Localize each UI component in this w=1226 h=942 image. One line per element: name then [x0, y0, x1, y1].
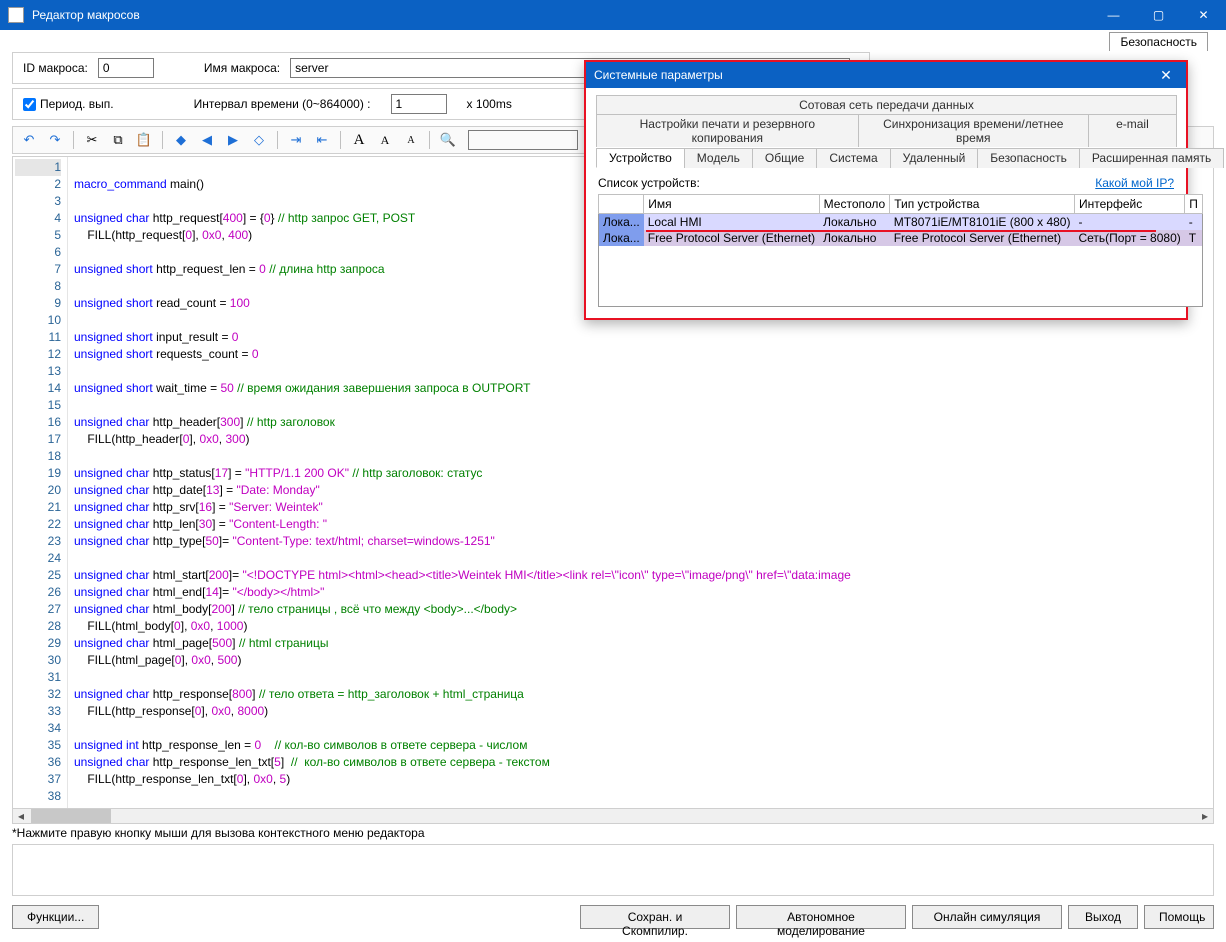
- bookmark-clear-icon[interactable]: ◇: [249, 130, 269, 150]
- close-button[interactable]: ✕: [1181, 0, 1226, 30]
- periodic-checkbox-label[interactable]: Период. вып.: [23, 97, 114, 111]
- app-icon: [8, 7, 24, 23]
- tab-security[interactable]: Безопасность: [977, 148, 1080, 168]
- font-medium-icon[interactable]: A: [375, 130, 395, 150]
- col-location[interactable]: Местополо: [819, 195, 890, 214]
- indent-icon[interactable]: ⇥: [286, 130, 306, 150]
- scroll-thumb[interactable]: [31, 809, 111, 823]
- paste-icon[interactable]: 📋: [134, 130, 154, 150]
- font-smaller-icon[interactable]: A: [401, 130, 421, 150]
- tab-device[interactable]: Устройство: [596, 148, 685, 168]
- font-selector[interactable]: [468, 130, 578, 150]
- table-row[interactable]: Лока... Local HMI Локально MT8071iE/MT81…: [599, 214, 1203, 231]
- offline-sim-button[interactable]: Автономное моделирование: [736, 905, 906, 929]
- outdent-icon[interactable]: ⇤: [312, 130, 332, 150]
- copy-icon[interactable]: ⧉: [108, 130, 128, 150]
- help-button[interactable]: Помощь: [1144, 905, 1214, 929]
- annotation-underline: [646, 230, 1156, 232]
- interval-input[interactable]: [391, 94, 447, 114]
- device-list-label: Список устройств:: [598, 176, 700, 190]
- online-sim-button[interactable]: Онлайн симуляция: [912, 905, 1062, 929]
- system-params-dialog: Системные параметры ✕ Сотовая сеть перед…: [584, 60, 1188, 320]
- save-compile-button[interactable]: Сохран. и Скомпилир.: [580, 905, 730, 929]
- tab-cellular[interactable]: Сотовая сеть передачи данных: [596, 95, 1177, 114]
- bottom-bar: Функции... Сохран. и Скомпилир. Автономн…: [12, 902, 1214, 932]
- tab-ext-memory[interactable]: Расширенная память: [1079, 148, 1224, 168]
- bookmark-toggle-icon[interactable]: ◆: [171, 130, 191, 150]
- dialog-close-icon[interactable]: ✕: [1154, 67, 1178, 84]
- my-ip-link[interactable]: Какой мой IP?: [1095, 176, 1174, 190]
- col-type[interactable]: Тип устройства: [890, 195, 1075, 214]
- tab-system[interactable]: Система: [816, 148, 890, 168]
- minimize-button[interactable]: —: [1091, 0, 1136, 30]
- dialog-title: Системные параметры: [594, 68, 1154, 82]
- col-interface[interactable]: Интерфейс: [1074, 195, 1184, 214]
- redo-icon[interactable]: ↷: [45, 130, 65, 150]
- periodic-checkbox[interactable]: [23, 98, 36, 111]
- interval-label: Интервал времени (0~864000) :: [194, 97, 371, 111]
- exit-button[interactable]: Выход: [1068, 905, 1138, 929]
- table-row[interactable]: Лока... Free Protocol Server (Ethernet) …: [599, 230, 1203, 246]
- macro-id-input[interactable]: [98, 58, 154, 78]
- scroll-left-icon[interactable]: ◂: [13, 809, 29, 823]
- output-console[interactable]: [12, 844, 1214, 896]
- functions-button[interactable]: Функции...: [12, 905, 99, 929]
- window-title: Редактор макросов: [32, 8, 1091, 22]
- background-tab-security[interactable]: Безопасность: [1109, 32, 1208, 51]
- maximize-button[interactable]: ▢: [1136, 0, 1181, 30]
- col-p[interactable]: П: [1185, 195, 1203, 214]
- tab-email[interactable]: e-mail: [1088, 114, 1177, 147]
- tab-model[interactable]: Модель: [684, 148, 753, 168]
- font-bigger-icon[interactable]: A: [349, 130, 369, 150]
- horizontal-scrollbar[interactable]: ◂ ▸: [12, 808, 1214, 824]
- line-gutter: 1234567891011121314151617181920212223242…: [13, 157, 68, 811]
- tab-time-sync[interactable]: Синхронизация времени/летнее время: [858, 114, 1089, 147]
- editor-hint: *Нажмите правую кнопку мыши для вызова к…: [12, 826, 1214, 844]
- undo-icon[interactable]: ↶: [19, 130, 39, 150]
- scroll-right-icon[interactable]: ▸: [1197, 809, 1213, 823]
- cut-icon[interactable]: ✂: [82, 130, 102, 150]
- col-blank[interactable]: [599, 195, 644, 214]
- periodic-label: Период. вып.: [40, 97, 114, 111]
- bookmark-next-icon[interactable]: ▶: [223, 130, 243, 150]
- id-label: ID макроса:: [23, 61, 88, 75]
- titlebar: Редактор макросов — ▢ ✕: [0, 0, 1226, 30]
- bookmark-prev-icon[interactable]: ◀: [197, 130, 217, 150]
- device-table[interactable]: Имя Местополо Тип устройства Интерфейс П…: [598, 194, 1203, 307]
- find-icon[interactable]: 🔍: [438, 130, 458, 150]
- dialog-titlebar[interactable]: Системные параметры ✕: [586, 62, 1186, 88]
- interval-unit: x 100ms: [467, 97, 512, 111]
- col-name[interactable]: Имя: [644, 195, 819, 214]
- tab-remote[interactable]: Удаленный: [890, 148, 979, 168]
- name-label: Имя макроса:: [204, 61, 280, 75]
- tab-general[interactable]: Общие: [752, 148, 817, 168]
- tab-print-backup[interactable]: Настройки печати и резервного копировани…: [596, 114, 859, 147]
